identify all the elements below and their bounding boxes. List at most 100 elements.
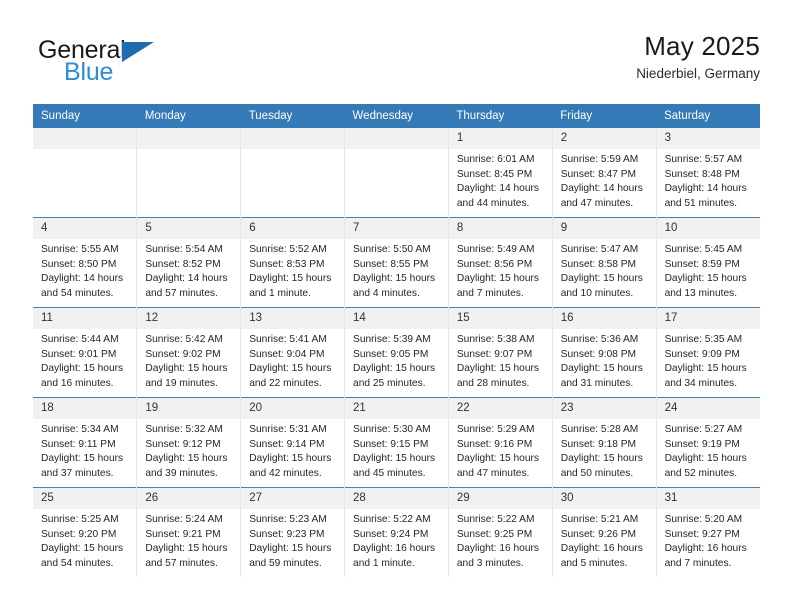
- day-number: 20: [241, 398, 345, 419]
- sunset-time: Sunset: 9:09 PM: [664, 348, 740, 360]
- day-details: Sunrise: 5:20 AM Sunset: 9:27 PM Daylight:…: [657, 509, 760, 571]
- calendar-day-cell[interactable]: 12 Sunrise: 5:42 AM Sunset: 9:02 PM Dayligh…: [136, 307, 242, 398]
- day-details: Sunrise: 6:01 AM Sunset: 8:45 PM Daylight:…: [449, 149, 552, 211]
- sunset-time: Sunset: 8:56 PM: [456, 258, 533, 270]
- calendar-day-cell[interactable]: 17 Sunrise: 5:35 AM Sunset: 9:09 PM Dayligh…: [656, 307, 760, 398]
- sunrise-time: Sunrise: 6:01 AM: [456, 154, 535, 165]
- calendar-day-cell[interactable]: 5 Sunrise: 5:54 AM Sunset: 8:52 PM Daylight…: [136, 217, 242, 308]
- day-cell-inner: 5 Sunrise: 5:54 AM Sunset: 8:52 PM Daylight…: [137, 218, 241, 307]
- calendar-day-cell[interactable]: 7 Sunrise: 5:50 AM Sunset: 8:55 PM Daylight…: [344, 217, 449, 308]
- day-cell-inner: [241, 128, 345, 217]
- sunrise-time: Sunrise: 5:41 AM: [249, 334, 327, 345]
- calendar-day-cell[interactable]: 16 Sunrise: 5:36 AM Sunset: 9:08 PM Dayligh…: [552, 307, 657, 398]
- day-cell-inner: 25 Sunrise: 5:25 AM Sunset: 9:20 PM Dayligh…: [33, 488, 137, 577]
- calendar-week-row: 18 Sunrise: 5:34 AM Sunset: 9:11 PM Dayligh…: [33, 397, 760, 488]
- sunset-time: Sunset: 9:19 PM: [664, 438, 740, 450]
- calendar-day-cell[interactable]: 19 Sunrise: 5:32 AM Sunset: 9:12 PM Dayligh…: [136, 397, 242, 488]
- day-cell-inner: 1 Sunrise: 6:01 AM Sunset: 8:45 PM Daylight…: [448, 128, 552, 217]
- daylight-duration-line2: and 34 minutes.: [664, 377, 738, 389]
- day-details: Sunrise: 5:32 AM Sunset: 9:12 PM Daylight:…: [137, 419, 240, 481]
- sunrise-time: Sunrise: 5:22 AM: [456, 514, 535, 525]
- calendar-day-cell[interactable]: 27 Sunrise: 5:23 AM Sunset: 9:23 PM Dayligh…: [240, 487, 346, 577]
- day-details: Sunrise: 5:29 AM Sunset: 9:16 PM Daylight:…: [449, 419, 552, 481]
- calendar-day-cell[interactable]: 28 Sunrise: 5:22 AM Sunset: 9:24 PM Dayligh…: [344, 487, 449, 577]
- daylight-duration-line2: and 54 minutes.: [41, 287, 114, 299]
- calendar-day-cell[interactable]: 13 Sunrise: 5:41 AM Sunset: 9:04 PM Dayligh…: [240, 307, 346, 398]
- sunrise-time: Sunrise: 5:29 AM: [456, 424, 535, 435]
- sunset-time: Sunset: 9:18 PM: [560, 438, 637, 450]
- weekday-header-tuesday: Tuesday: [240, 104, 345, 128]
- calendar-day-cell[interactable]: 1 Sunrise: 6:01 AM Sunset: 8:45 PM Daylight…: [448, 128, 553, 218]
- calendar-day-cell[interactable]: 11 Sunrise: 5:44 AM Sunset: 9:01 PM Dayligh…: [33, 307, 138, 398]
- calendar-day-cell[interactable]: 30 Sunrise: 5:21 AM Sunset: 9:26 PM Dayligh…: [552, 487, 657, 577]
- day-details: Sunrise: 5:31 AM Sunset: 9:14 PM Daylight:…: [241, 419, 344, 481]
- day-number: 4: [33, 218, 137, 239]
- calendar-day-cell[interactable]: 9 Sunrise: 5:47 AM Sunset: 8:58 PM Daylight…: [552, 217, 657, 308]
- sunset-time: Sunset: 8:59 PM: [664, 258, 740, 270]
- calendar-week-row: 25 Sunrise: 5:25 AM Sunset: 9:20 PM Dayligh…: [33, 487, 760, 577]
- day-details: Sunrise: 5:38 AM Sunset: 9:07 PM Daylight:…: [449, 329, 552, 391]
- day-number: [241, 128, 345, 149]
- calendar-day-cell[interactable]: 15 Sunrise: 5:38 AM Sunset: 9:07 PM Dayligh…: [448, 307, 553, 398]
- calendar-day-cell[interactable]: 8 Sunrise: 5:49 AM Sunset: 8:56 PM Daylight…: [448, 217, 553, 308]
- daylight-duration-line2: and 28 minutes.: [456, 377, 530, 389]
- calendar-day-cell[interactable]: 21 Sunrise: 5:30 AM Sunset: 9:15 PM Dayligh…: [344, 397, 449, 488]
- sunrise-time: Sunrise: 5:49 AM: [456, 244, 535, 255]
- calendar-day-cell[interactable]: 26 Sunrise: 5:24 AM Sunset: 9:21 PM Dayligh…: [136, 487, 242, 577]
- weekday-header-row: Sunday Monday Tuesday Wednesday Thursday…: [33, 104, 760, 128]
- day-details: Sunrise: 5:23 AM Sunset: 9:23 PM Daylight:…: [241, 509, 344, 571]
- calendar-day-cell[interactable]: 29 Sunrise: 5:22 AM Sunset: 9:25 PM Dayligh…: [448, 487, 553, 577]
- sunset-time: Sunset: 9:11 PM: [41, 438, 116, 450]
- day-number: 9: [552, 218, 656, 239]
- daylight-duration-line1: Daylight: 15 hours: [249, 273, 332, 285]
- calendar-week-row: 1 Sunrise: 6:01 AM Sunset: 8:45 PM Daylight…: [33, 128, 760, 218]
- blue-triangle-logo-mark-icon: [122, 42, 154, 62]
- calendar-day-cell[interactable]: 24 Sunrise: 5:27 AM Sunset: 9:19 PM Dayligh…: [656, 397, 760, 488]
- daylight-duration-line1: Daylight: 16 hours: [456, 543, 539, 555]
- day-cell-inner: 28 Sunrise: 5:22 AM Sunset: 9:24 PM Dayligh…: [345, 488, 448, 577]
- day-details: Sunrise: 5:47 AM Sunset: 8:58 PM Daylight:…: [553, 239, 656, 301]
- calendar-day-cell[interactable]: 23 Sunrise: 5:28 AM Sunset: 9:18 PM Dayligh…: [552, 397, 657, 488]
- sunset-time: Sunset: 9:25 PM: [456, 528, 533, 540]
- day-number: 3: [656, 128, 760, 149]
- sunset-time: Sunset: 9:08 PM: [560, 348, 637, 360]
- brand-logo[interactable]: General Blue: [33, 36, 263, 92]
- daylight-duration-line1: Daylight: 15 hours: [249, 453, 332, 465]
- day-number: 14: [345, 308, 448, 329]
- sunrise-time: Sunrise: 5:38 AM: [456, 334, 535, 345]
- sunrise-time: Sunrise: 5:36 AM: [560, 334, 639, 345]
- day-cell-inner: 17 Sunrise: 5:35 AM Sunset: 9:09 PM Dayligh…: [656, 308, 760, 397]
- daylight-duration-line2: and 4 minutes.: [353, 287, 420, 299]
- sunrise-time: Sunrise: 5:59 AM: [560, 154, 639, 165]
- day-details: Sunrise: 5:55 AM Sunset: 8:50 PM Daylight:…: [33, 239, 136, 301]
- day-cell-inner: [33, 128, 137, 217]
- daylight-duration-line2: and 47 minutes.: [456, 467, 530, 479]
- calendar-day-cell[interactable]: 25 Sunrise: 5:25 AM Sunset: 9:20 PM Dayligh…: [33, 487, 138, 577]
- day-details: Sunrise: 5:45 AM Sunset: 8:59 PM Daylight:…: [657, 239, 760, 301]
- sunrise-time: Sunrise: 5:21 AM: [560, 514, 639, 525]
- day-number: 22: [448, 398, 552, 419]
- sunrise-time: Sunrise: 5:55 AM: [41, 244, 119, 255]
- calendar-week-row: 11 Sunrise: 5:44 AM Sunset: 9:01 PM Dayligh…: [33, 307, 760, 398]
- day-cell-inner: [345, 128, 448, 217]
- calendar-day-cell[interactable]: 18 Sunrise: 5:34 AM Sunset: 9:11 PM Dayligh…: [33, 397, 138, 488]
- calendar-day-cell[interactable]: 31 Sunrise: 5:20 AM Sunset: 9:27 PM Dayligh…: [656, 487, 760, 577]
- sunset-time: Sunset: 9:15 PM: [353, 438, 429, 450]
- month-calendar-table: Sunday Monday Tuesday Wednesday Thursday…: [33, 104, 760, 577]
- day-number: 15: [448, 308, 552, 329]
- calendar-day-cell[interactable]: 2 Sunrise: 5:59 AM Sunset: 8:47 PM Daylight…: [552, 128, 657, 218]
- page-header: General Blue May 2025 Niederbiel, German…: [33, 30, 760, 98]
- sunset-time: Sunset: 8:47 PM: [560, 168, 637, 180]
- calendar-day-cell[interactable]: 4 Sunrise: 5:55 AM Sunset: 8:50 PM Daylight…: [33, 217, 138, 308]
- calendar-day-cell[interactable]: 6 Sunrise: 5:52 AM Sunset: 8:53 PM Daylight…: [240, 217, 346, 308]
- day-details: Sunrise: 5:24 AM Sunset: 9:21 PM Daylight:…: [137, 509, 240, 571]
- calendar-day-cell[interactable]: 3 Sunrise: 5:57 AM Sunset: 8:48 PM Daylight…: [656, 128, 760, 218]
- calendar-day-cell[interactable]: 10 Sunrise: 5:45 AM Sunset: 8:59 PM Dayligh…: [656, 217, 760, 308]
- calendar-day-cell[interactable]: 14 Sunrise: 5:39 AM Sunset: 9:05 PM Dayligh…: [344, 307, 449, 398]
- sunrise-time: Sunrise: 5:22 AM: [353, 514, 431, 525]
- sunrise-time: Sunrise: 5:30 AM: [353, 424, 431, 435]
- daylight-duration-line1: Daylight: 15 hours: [145, 363, 228, 375]
- calendar-day-cell[interactable]: 20 Sunrise: 5:31 AM Sunset: 9:14 PM Dayligh…: [240, 397, 346, 488]
- daylight-duration-line2: and 7 minutes.: [664, 557, 732, 569]
- calendar-day-cell[interactable]: 22 Sunrise: 5:29 AM Sunset: 9:16 PM Dayligh…: [448, 397, 553, 488]
